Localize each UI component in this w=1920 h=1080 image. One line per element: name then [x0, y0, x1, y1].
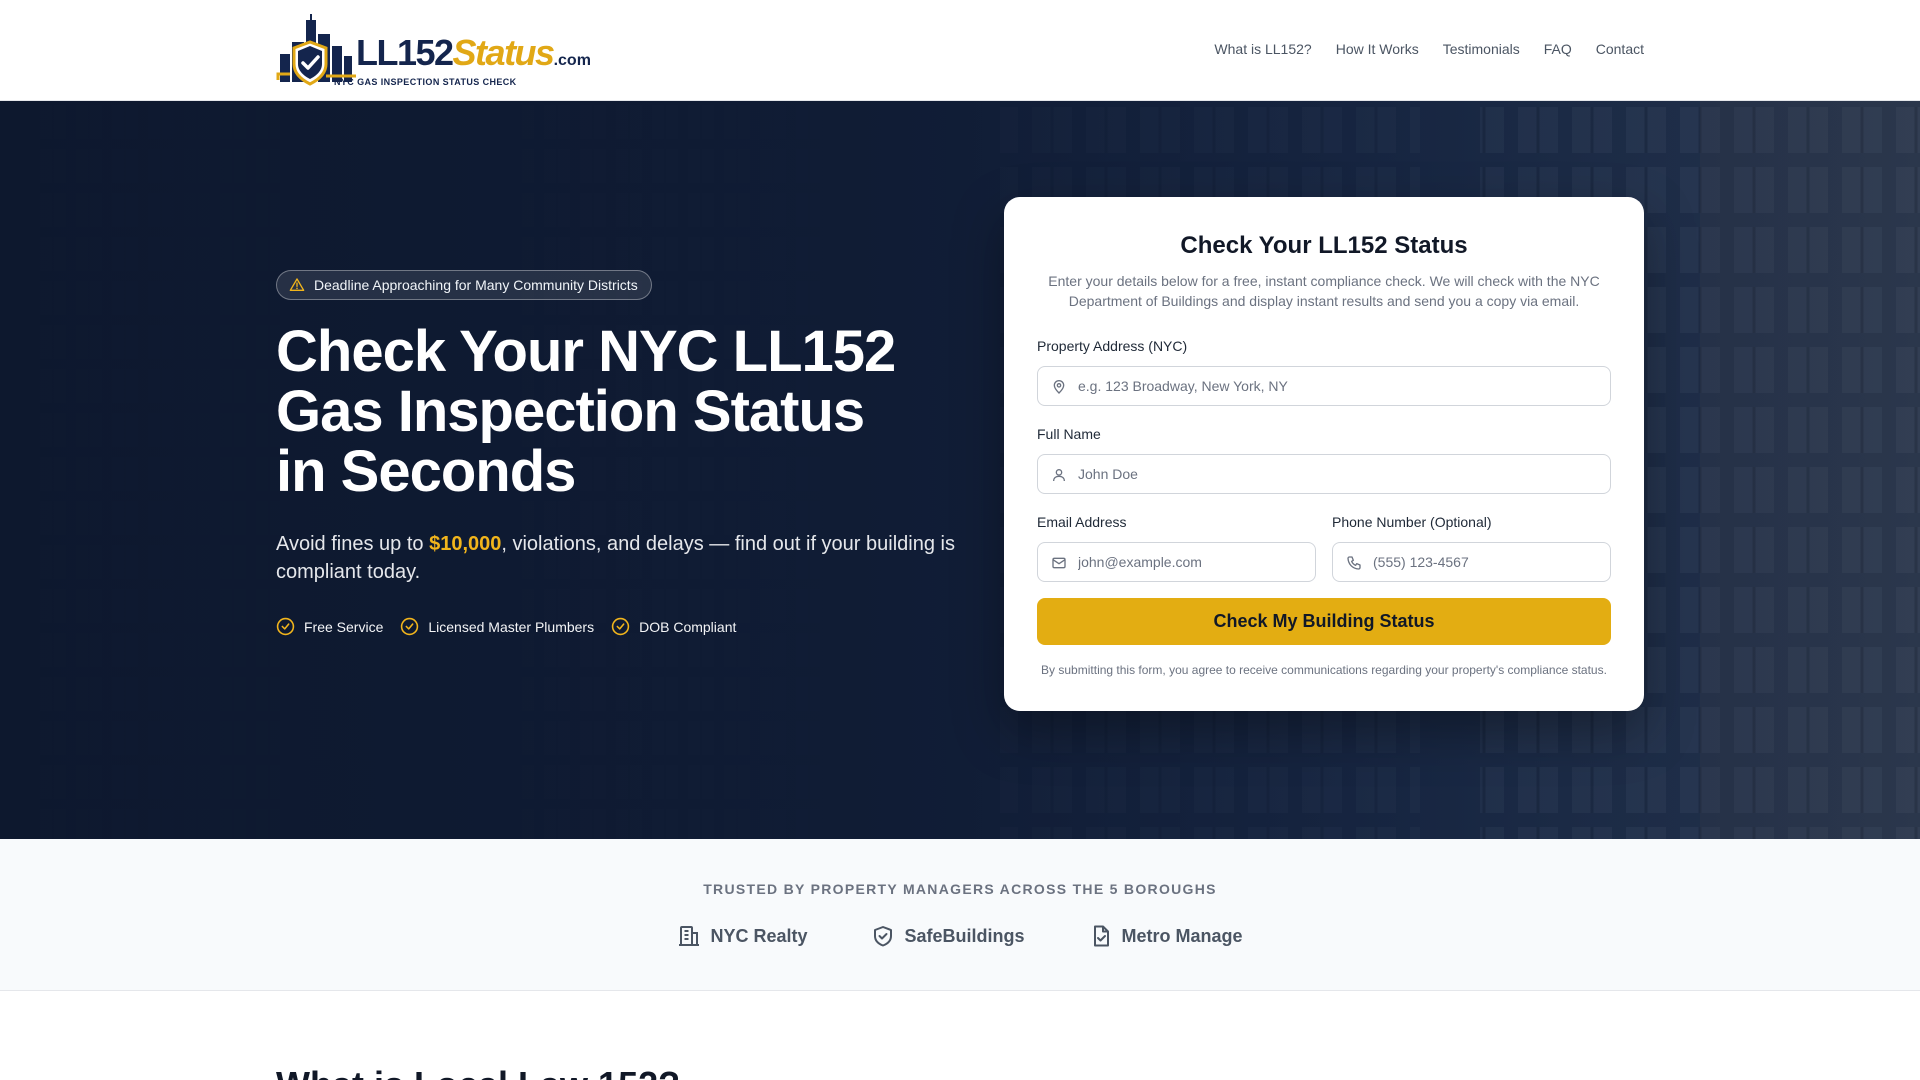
site-logo[interactable]: LL152Status.com NYC GAS INSPECTION STATU…	[276, 12, 591, 90]
name-label: Full Name	[1037, 426, 1101, 442]
nav-link-how-it-works[interactable]: How It Works	[1336, 41, 1419, 57]
check-status-button[interactable]: Check My Building Status	[1037, 598, 1611, 645]
feature-item: Licensed Master Plumbers	[400, 617, 594, 636]
phone-icon	[1347, 556, 1361, 570]
hero-subtitle: Avoid fines up to $10,000, violations, a…	[276, 533, 955, 583]
partner-brands: NYC Realty SafeBuildings Metro Manage	[0, 924, 1920, 948]
file-check-icon	[1093, 925, 1109, 947]
address-field	[1037, 366, 1611, 406]
form-description: Enter your details below for a free, ins…	[1048, 273, 1600, 309]
trusted-title: TRUSTED BY PROPERTY MANAGERS ACROSS THE …	[703, 881, 1217, 897]
form-disclaimer: By submitting this form, you agree to re…	[1041, 663, 1607, 677]
name-input[interactable]	[1078, 455, 1600, 493]
nav-link-what-is-ll152[interactable]: What is LL152?	[1214, 41, 1311, 57]
map-pin-icon	[1053, 380, 1065, 394]
partner-brand: Metro Manage	[1089, 924, 1243, 948]
shield-icon	[874, 926, 893, 947]
building-icon	[679, 926, 700, 946]
nav-link-faq[interactable]: FAQ	[1544, 41, 1572, 57]
email-field	[1037, 542, 1316, 582]
user-icon	[1053, 469, 1065, 482]
email-label: Email Address	[1037, 514, 1127, 530]
name-field	[1037, 454, 1611, 494]
feature-item: DOB Compliant	[611, 617, 736, 636]
status-check-form: Check Your LL152 Status Enter your detai…	[1004, 197, 1644, 711]
partner-brand: SafeBuildings	[871, 924, 1025, 948]
warning-icon	[289, 278, 305, 291]
deadline-badge: Deadline Approaching for Many Community …	[276, 270, 652, 300]
feature-item: Free Service	[276, 617, 383, 636]
nav-link-contact[interactable]: Contact	[1596, 41, 1644, 57]
address-label: Property Address (NYC)	[1037, 338, 1188, 354]
check-circle-icon	[611, 617, 630, 636]
mail-icon	[1052, 557, 1066, 569]
trusted-by-section: TRUSTED BY PROPERTY MANAGERS ACROSS THE …	[0, 839, 1920, 991]
deadline-badge-text: Deadline Approaching for Many Community …	[314, 277, 638, 293]
form-title: Check Your LL152 Status	[1180, 232, 1468, 259]
main-nav: What is LL152? How It Works Testimonials…	[1214, 41, 1644, 57]
logo-wordmark: LL152Status.com	[356, 32, 591, 73]
phone-label: Phone Number (Optional)	[1332, 514, 1492, 530]
phone-input[interactable]	[1373, 543, 1600, 581]
fine-amount-highlight: $10,000	[429, 533, 502, 555]
address-input[interactable]	[1078, 367, 1600, 405]
hero-features: Free Service Licensed Master Plumbers DO…	[276, 617, 736, 636]
check-circle-icon	[401, 617, 419, 636]
phone-field	[1332, 542, 1611, 582]
section-title-what-is-ll152: What is Local Law 152?	[276, 1064, 680, 1080]
hero-title: Check Your NYC LL152 Gas Inspection Stat…	[276, 319, 896, 504]
check-circle-icon	[276, 617, 295, 636]
email-input[interactable]	[1078, 543, 1305, 581]
site-header: LL152Status.com NYC GAS INSPECTION STATU…	[0, 0, 1920, 101]
nav-link-testimonials[interactable]: Testimonials	[1443, 41, 1520, 57]
partner-brand: NYC Realty	[677, 924, 807, 948]
logo-tagline: NYC GAS INSPECTION STATUS CHECK	[334, 77, 517, 87]
